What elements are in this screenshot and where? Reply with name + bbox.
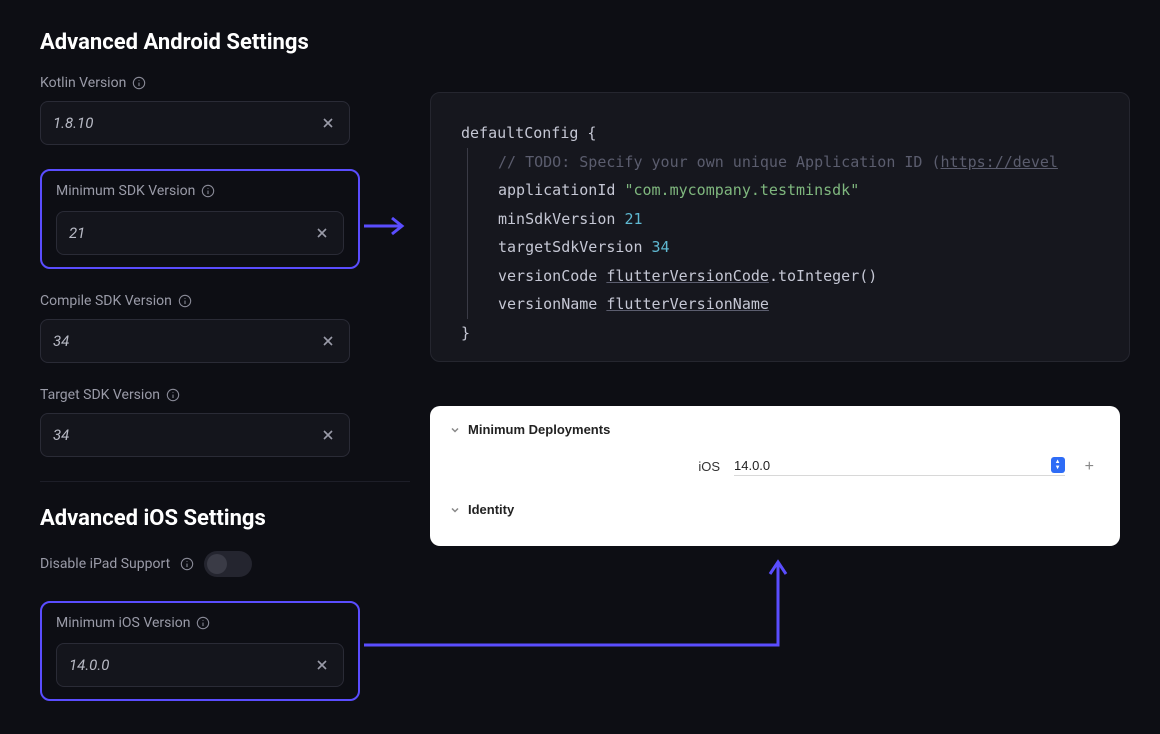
xcode-ios-value[interactable]: 14.0.0 xyxy=(734,458,1043,473)
compile-sdk-label: Compile SDK Version xyxy=(40,293,172,309)
close-icon[interactable] xyxy=(319,332,337,350)
disable-ipad-row: Disable iPad Support xyxy=(40,551,1120,577)
xcode-ios-deployment-row: iOS 14.0.0 ▲▼ + xyxy=(450,457,1100,476)
chevron-down-icon xyxy=(450,425,460,435)
kotlin-version-input[interactable]: 1.8.10 xyxy=(40,101,350,145)
code-line: // TODO: Specify your own unique Applica… xyxy=(498,148,1099,177)
close-icon[interactable] xyxy=(319,426,337,444)
code-line: versionCode flutterVersionCode.toInteger… xyxy=(498,262,1099,291)
kotlin-version-label: Kotlin Version xyxy=(40,75,126,91)
info-icon[interactable] xyxy=(166,388,180,402)
kotlin-version-field: Kotlin Version 1.8.10 xyxy=(40,75,350,145)
code-panel: defaultConfig { // TODO: Specify your ow… xyxy=(430,92,1130,362)
divider xyxy=(40,481,410,482)
arrow-right-icon xyxy=(362,214,406,238)
close-icon[interactable] xyxy=(313,224,331,242)
xcode-panel: Minimum Deployments iOS 14.0.0 ▲▼ + Iden… xyxy=(430,406,1120,546)
code-line: defaultConfig { xyxy=(461,119,1099,148)
info-icon[interactable] xyxy=(201,184,215,198)
info-icon[interactable] xyxy=(196,616,210,630)
code-line: versionName flutterVersionName xyxy=(498,290,1099,319)
minimum-sdk-input[interactable]: 21 xyxy=(56,211,344,255)
target-sdk-label: Target SDK Version xyxy=(40,387,160,403)
info-icon[interactable] xyxy=(180,557,194,571)
plus-icon[interactable]: + xyxy=(1079,458,1100,476)
minimum-ios-highlight: Minimum iOS Version 14.0.0 xyxy=(40,601,360,701)
info-icon[interactable] xyxy=(178,294,192,308)
stepper-icon[interactable]: ▲▼ xyxy=(1051,457,1065,473)
target-sdk-field: Target SDK Version 34 xyxy=(40,387,350,457)
target-sdk-input[interactable]: 34 xyxy=(40,413,350,457)
disable-ipad-toggle[interactable] xyxy=(204,551,252,577)
chevron-down-icon xyxy=(450,505,460,515)
code-line: } xyxy=(461,319,1099,348)
minimum-ios-label: Minimum iOS Version xyxy=(56,615,190,631)
disable-ipad-label: Disable iPad Support xyxy=(40,556,170,572)
compile-sdk-input[interactable]: 34 xyxy=(40,319,350,363)
minimum-sdk-highlight: Minimum SDK Version 21 xyxy=(40,169,360,269)
compile-sdk-field: Compile SDK Version 34 xyxy=(40,293,350,363)
xcode-identity-heading[interactable]: Identity xyxy=(450,502,1100,517)
minimum-sdk-label: Minimum SDK Version xyxy=(56,183,195,199)
code-line: targetSdkVersion 34 xyxy=(498,233,1099,262)
xcode-ios-label: iOS xyxy=(680,459,720,474)
minimum-ios-input[interactable]: 14.0.0 xyxy=(56,643,344,687)
code-line: minSdkVersion 21 xyxy=(498,205,1099,234)
info-icon[interactable] xyxy=(132,76,146,90)
android-settings-title: Advanced Android Settings xyxy=(40,30,1120,55)
xcode-minimum-deployments-heading[interactable]: Minimum Deployments xyxy=(450,422,1100,437)
code-line: applicationId "com.mycompany.testminsdk" xyxy=(498,176,1099,205)
close-icon[interactable] xyxy=(319,114,337,132)
close-icon[interactable] xyxy=(313,656,331,674)
